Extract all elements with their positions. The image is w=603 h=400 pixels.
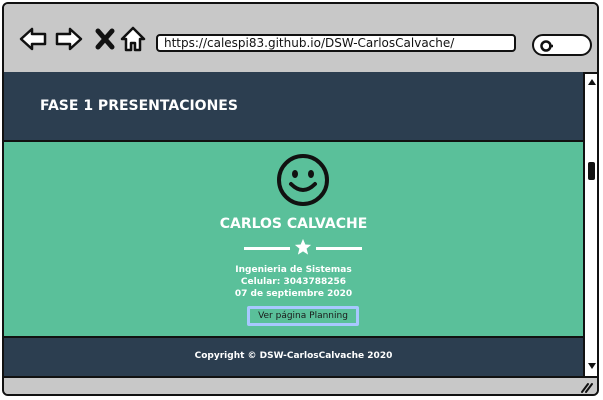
resize-grip-icon[interactable]: [579, 381, 593, 393]
search-box[interactable]: [532, 34, 592, 56]
page-footer: Copyright © DSW-CarlosCalvache 2020: [4, 338, 583, 376]
browser-window: https://calespi83.github.io/DSW-CarlosCa…: [2, 2, 599, 396]
profile-date: 07 de septiembre 2020: [234, 289, 353, 299]
status-bar: [4, 376, 597, 394]
home-icon: [120, 26, 146, 52]
page-viewport: FASE 1 PRESENTACIONES CARLOS CALVACHE In…: [4, 72, 583, 376]
star-divider: [244, 238, 362, 258]
scroll-thumb[interactable]: [588, 162, 595, 180]
browser-toolbar: https://calespi83.github.io/DSW-CarlosCa…: [4, 4, 597, 74]
close-icon: [95, 28, 115, 50]
smiley-face-icon: [277, 154, 329, 206]
address-bar[interactable]: https://calespi83.github.io/DSW-CarlosCa…: [156, 34, 516, 52]
divider-line-right: [316, 247, 362, 250]
divider-line-left: [244, 247, 290, 250]
profile-hero: CARLOS CALVACHE Ingenieria de Sistemas C…: [4, 142, 583, 338]
planning-page-button[interactable]: Ver página Planning: [247, 306, 359, 326]
profile-phone: Celular: 3043788256: [240, 277, 347, 287]
home-button[interactable]: [118, 24, 148, 54]
scroll-down-icon[interactable]: [587, 362, 597, 370]
profile-name: CARLOS CALVACHE: [219, 216, 368, 232]
forward-arrow-icon: [55, 27, 83, 51]
scroll-up-icon[interactable]: [587, 78, 597, 86]
stop-button[interactable]: [90, 24, 120, 54]
page-title: FASE 1 PRESENTACIONES: [40, 98, 238, 114]
search-icon: [540, 40, 553, 52]
page-header: FASE 1 PRESENTACIONES: [4, 72, 583, 142]
back-button[interactable]: [18, 24, 48, 54]
profile-degree: Ingenieria de Sistemas: [235, 265, 352, 275]
vertical-scrollbar[interactable]: [583, 74, 597, 376]
copyright-text: Copyright © DSW-CarlosCalvache 2020: [194, 351, 393, 361]
back-arrow-icon: [19, 27, 47, 51]
star-icon: [294, 238, 312, 255]
forward-button[interactable]: [54, 24, 84, 54]
